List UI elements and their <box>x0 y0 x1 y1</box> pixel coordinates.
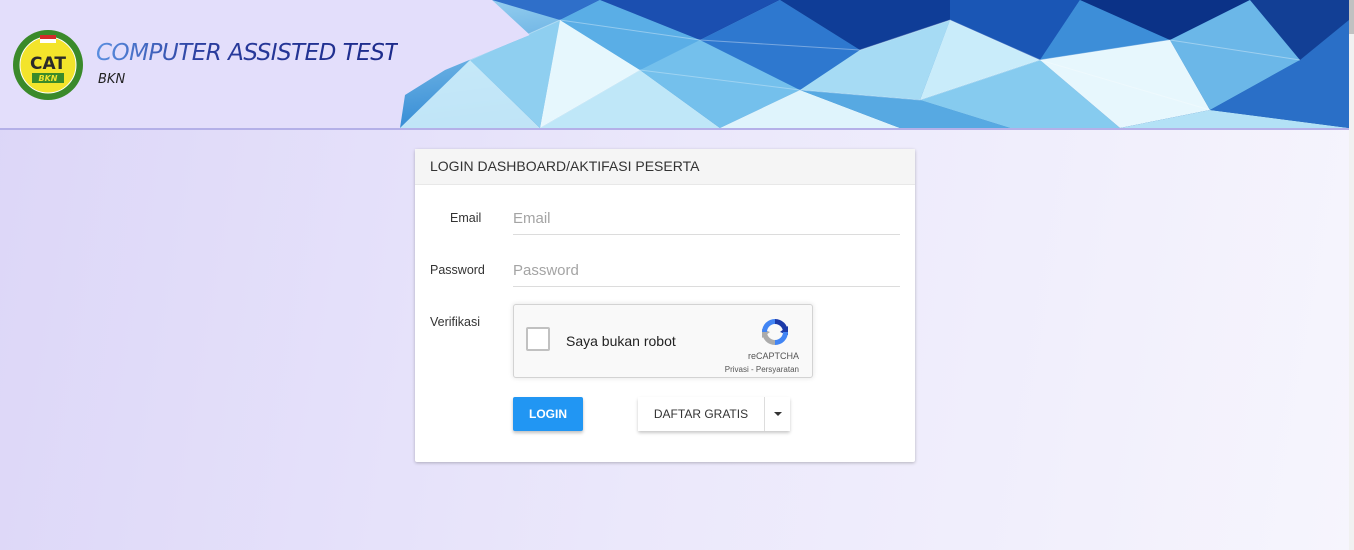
svg-text:BKN: BKN <box>39 74 58 83</box>
cat-bkn-logo: CAT BKN <box>13 30 83 100</box>
login-card: LOGIN DASHBOARD/AKTIFASI PESERTA Email P… <box>415 149 915 462</box>
recaptcha-widget: Saya bukan robot reCAPTCHA Privasi - Per… <box>513 304 813 378</box>
login-card-title: LOGIN DASHBOARD/AKTIFASI PESERTA <box>415 149 915 185</box>
recaptcha-brand: reCAPTCHA <box>747 351 799 361</box>
recaptcha-checkbox-label: Saya bukan robot <box>566 333 676 349</box>
scrollbar-thumb[interactable] <box>1349 0 1354 34</box>
recaptcha-privacy-link[interactable]: Privasi <box>725 365 749 374</box>
email-label: Email <box>450 211 482 225</box>
email-input[interactable] <box>513 202 900 235</box>
register-button-group: DAFTAR GRATIS <box>638 397 790 431</box>
login-button[interactable]: LOGIN <box>513 397 583 431</box>
password-label: Password <box>430 263 485 277</box>
verification-label: Verifikasi <box>430 315 481 329</box>
recaptcha-logo-icon <box>762 319 788 345</box>
recaptcha-checkbox[interactable] <box>526 327 550 351</box>
recaptcha-link-separator: - <box>748 365 756 374</box>
header: CAT BKN COMPUTER ASSISTED TEST BKN <box>0 0 1349 130</box>
recaptcha-links: Privasi - Persyaratan <box>725 365 799 374</box>
recaptcha-terms-link[interactable]: Persyaratan <box>756 365 799 374</box>
page-scrollbar[interactable] <box>1349 0 1354 550</box>
register-button[interactable]: DAFTAR GRATIS <box>638 397 765 431</box>
register-dropdown-toggle[interactable] <box>765 397 790 431</box>
caret-down-icon <box>773 412 782 416</box>
app-subtitle: BKN <box>98 72 126 87</box>
app-title: COMPUTER ASSISTED TEST <box>96 40 398 66</box>
svg-text:CAT: CAT <box>30 54 66 74</box>
password-input[interactable] <box>513 254 900 287</box>
